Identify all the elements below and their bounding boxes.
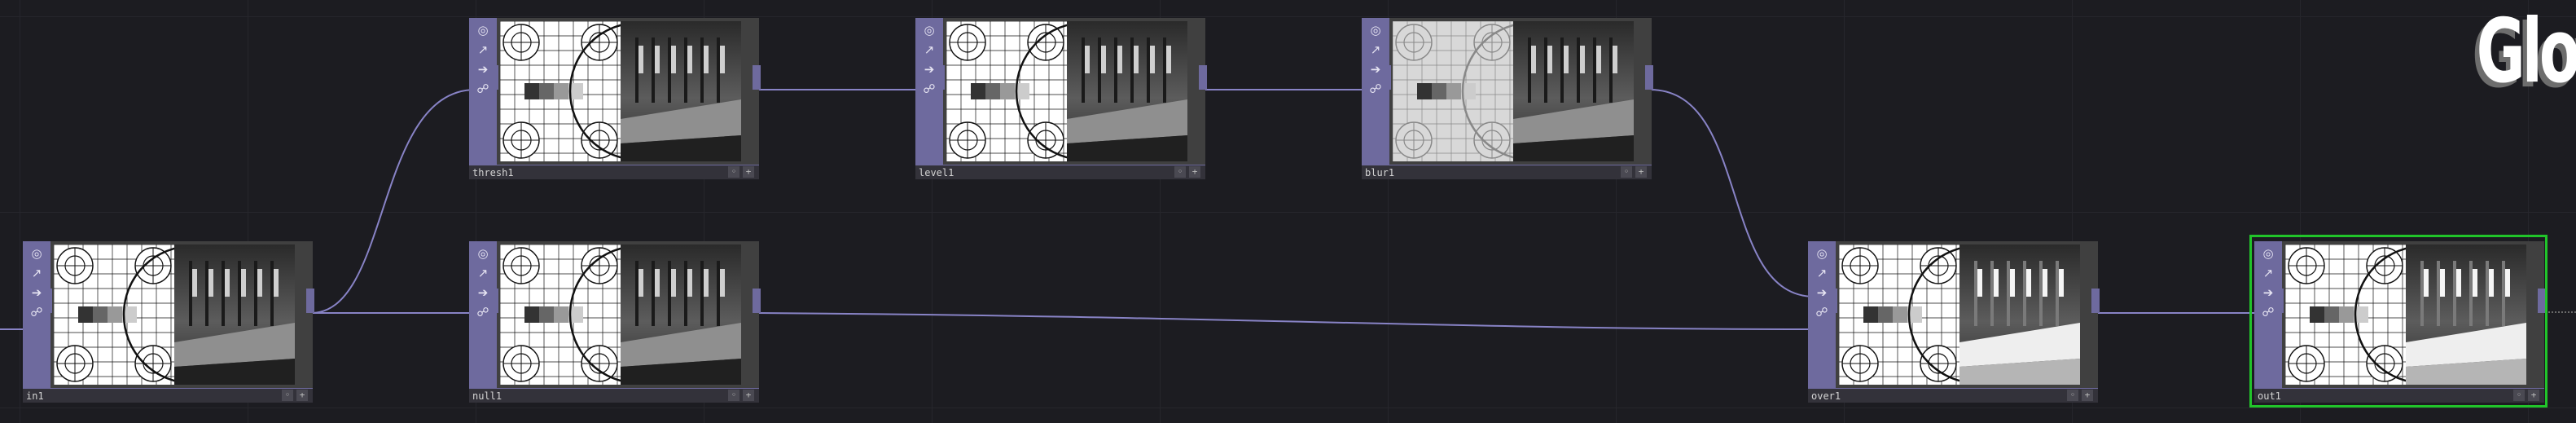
- cook-flag-icon[interactable]: ➔: [474, 60, 492, 78]
- output-connector[interactable]: [1645, 65, 1653, 90]
- node-viewer: [500, 21, 741, 161]
- lock-flag-icon[interactable]: ☍: [28, 303, 46, 321]
- lock-flag-icon[interactable]: ☍: [1813, 303, 1831, 321]
- input-connector[interactable]: [490, 289, 498, 313]
- viewer-toggle-icon[interactable]: ◦: [1174, 166, 1186, 178]
- viewer-toggle-icon[interactable]: ◦: [2067, 390, 2078, 401]
- output-connector[interactable]: [2091, 289, 2100, 313]
- top-node-blur1[interactable]: ◎ ↗ ➔ ☍ blur1 ◦ +: [1362, 18, 1653, 179]
- node-label[interactable]: null1: [469, 388, 759, 403]
- add-icon[interactable]: +: [2082, 390, 2093, 401]
- node-label[interactable]: blur1: [1362, 165, 1652, 179]
- add-icon[interactable]: +: [296, 390, 308, 401]
- bypass-flag-icon[interactable]: ↗: [28, 264, 46, 282]
- selection-frame: [2249, 235, 2547, 408]
- wires: [0, 89, 2261, 330]
- add-icon[interactable]: +: [1635, 166, 1647, 178]
- bypass-flag-icon[interactable]: ↗: [474, 264, 492, 282]
- wire-blur1-over1: [1649, 89, 1815, 297]
- add-icon[interactable]: +: [1189, 166, 1200, 178]
- bypass-flag-icon[interactable]: ↗: [1367, 41, 1385, 59]
- lock-flag-icon[interactable]: ☍: [474, 303, 492, 321]
- node-label[interactable]: over1: [1808, 388, 2098, 403]
- viewer-toggle-icon[interactable]: ◦: [728, 390, 739, 401]
- lock-flag-icon[interactable]: ☍: [920, 80, 938, 98]
- viewer-toggle-icon[interactable]: ◦: [728, 166, 739, 178]
- input-connector[interactable]: [1829, 289, 1837, 313]
- viewer-toggle-icon[interactable]: ◦: [282, 390, 293, 401]
- output-connector[interactable]: [753, 289, 761, 313]
- wire-null1-over1: [757, 312, 1815, 330]
- network-editor[interactable]: Glow ◎ ↗ ➔ ☍ in1 ◦ + ◎ ↗ ➔ ☍ thresh1 ◦ +…: [0, 0, 2576, 423]
- node-viewer: [500, 245, 741, 385]
- bypass-flag-icon[interactable]: ↗: [474, 41, 492, 59]
- output-lead: [2544, 311, 2576, 313]
- top-node-over1[interactable]: ◎ ↗ ➔ ☍ over1 ◦ +: [1808, 241, 2100, 403]
- viewer-flag-icon[interactable]: ◎: [1813, 245, 1831, 262]
- top-node-level1[interactable]: ◎ ↗ ➔ ☍ level1 ◦ +: [915, 18, 1207, 179]
- viewer-flag-icon[interactable]: ◎: [474, 245, 492, 262]
- bypass-flag-icon[interactable]: ↗: [920, 41, 938, 59]
- top-node-in1[interactable]: ◎ ↗ ➔ ☍ in1 ◦ +: [23, 241, 314, 403]
- node-label[interactable]: in1: [23, 388, 313, 403]
- cook-flag-icon[interactable]: ➔: [474, 284, 492, 302]
- top-node-out1[interactable]: ◎ ↗ ➔ ☍ out1 ◦ +: [2249, 235, 2547, 408]
- add-icon[interactable]: +: [743, 390, 754, 401]
- input-connector[interactable]: [490, 65, 498, 90]
- cook-flag-icon[interactable]: ➔: [28, 284, 46, 302]
- node-label[interactable]: level1: [915, 165, 1205, 179]
- bypass-flag-icon[interactable]: ↗: [1813, 264, 1831, 282]
- top-node-thresh1[interactable]: ◎ ↗ ➔ ☍ thresh1 ◦ +: [469, 18, 761, 179]
- cook-flag-icon[interactable]: ➔: [1367, 60, 1385, 78]
- output-connector[interactable]: [306, 289, 314, 313]
- top-node-null1[interactable]: ◎ ↗ ➔ ☍ null1 ◦ +: [469, 241, 761, 403]
- viewer-flag-icon[interactable]: ◎: [1367, 21, 1385, 39]
- wire-in1-thresh1: [310, 89, 476, 314]
- input-connector[interactable]: [44, 289, 52, 313]
- add-icon[interactable]: +: [743, 166, 754, 178]
- viewer-flag-icon[interactable]: ◎: [474, 21, 492, 39]
- viewer-flag-icon[interactable]: ◎: [920, 21, 938, 39]
- lock-flag-icon[interactable]: ☍: [474, 80, 492, 98]
- node-viewer: [54, 245, 295, 385]
- node-label[interactable]: thresh1: [469, 165, 759, 179]
- output-connector[interactable]: [753, 65, 761, 90]
- cook-flag-icon[interactable]: ➔: [920, 60, 938, 78]
- input-connector[interactable]: [937, 65, 945, 90]
- node-viewer: [1839, 245, 2080, 385]
- input-connector[interactable]: [1383, 65, 1391, 90]
- node-viewer: [1393, 21, 1634, 161]
- node-viewer: [946, 21, 1187, 161]
- viewer-toggle-icon[interactable]: ◦: [1621, 166, 1632, 178]
- cook-flag-icon[interactable]: ➔: [1813, 284, 1831, 302]
- viewer-flag-icon[interactable]: ◎: [28, 245, 46, 262]
- network-title: Glow: [2476, 1, 2576, 103]
- lock-flag-icon[interactable]: ☍: [1367, 80, 1385, 98]
- output-connector[interactable]: [1199, 65, 1207, 90]
